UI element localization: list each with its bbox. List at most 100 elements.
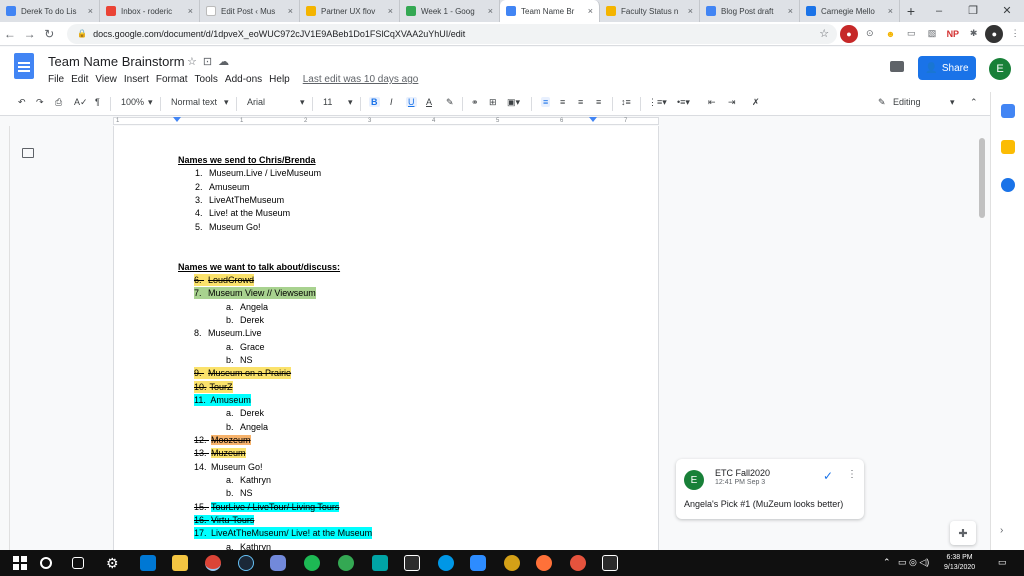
clock[interactable]: 6:38 PM 9/13/2020: [944, 553, 975, 573]
decrease-indent-icon[interactable]: ⇤: [708, 97, 716, 108]
np-extension-icon[interactable]: NP: [944, 25, 962, 43]
restore-icon[interactable]: ❐: [956, 0, 990, 22]
app-icon[interactable]: [570, 555, 586, 571]
browser-tab[interactable]: Carnegie Mello ×: [800, 0, 900, 22]
right-indent-marker[interactable]: [589, 117, 597, 122]
spellcheck-icon[interactable]: A✓: [74, 97, 88, 108]
tray-chevron-icon[interactable]: ⌃: [883, 557, 891, 568]
close-tab-icon[interactable]: ×: [388, 6, 393, 16]
undo-icon[interactable]: ↶: [18, 97, 26, 108]
menu-edit[interactable]: Edit: [71, 74, 88, 85]
insert-image-icon[interactable]: ▣▾: [507, 97, 520, 108]
menu-file[interactable]: File: [48, 74, 64, 85]
resolve-check-icon[interactable]: ✓: [823, 469, 833, 483]
close-tab-icon[interactable]: ×: [888, 6, 893, 16]
close-tab-icon[interactable]: ×: [488, 6, 493, 16]
menu-insert[interactable]: Insert: [124, 74, 149, 85]
chrome-icon[interactable]: [205, 555, 221, 571]
font-select[interactable]: Arial: [247, 97, 265, 107]
increase-indent-icon[interactable]: ⇥: [728, 97, 736, 108]
bookmark-star-icon[interactable]: ☆: [819, 27, 829, 40]
browser-tab[interactable]: Faculty Status n ×: [600, 0, 700, 22]
left-indent-marker[interactable]: [173, 117, 181, 122]
close-tab-icon[interactable]: ×: [188, 6, 193, 16]
italic-button[interactable]: I: [390, 97, 393, 107]
insert-comment-icon[interactable]: ⊞: [489, 97, 497, 108]
style-select[interactable]: Normal text: [171, 97, 217, 107]
discord-icon[interactable]: [270, 555, 286, 571]
menu-help[interactable]: Help: [269, 74, 290, 85]
minimize-icon[interactable]: –: [922, 0, 956, 22]
browser-tab[interactable]: Edit Post ‹ Mus ×: [200, 0, 300, 22]
star-icon[interactable]: ☆: [187, 56, 203, 68]
store-icon[interactable]: [140, 555, 156, 571]
editing-mode-select[interactable]: Editing: [893, 97, 921, 107]
line-spacing-icon[interactable]: ↕≡: [621, 97, 631, 107]
close-tab-icon[interactable]: ×: [788, 6, 793, 16]
avatar[interactable]: E: [989, 58, 1011, 80]
extension-icon[interactable]: ☻: [882, 25, 900, 43]
zoom-select[interactable]: 100%: [121, 97, 144, 107]
browser-tab[interactable]: Blog Post draft ×: [700, 0, 800, 22]
menu-view[interactable]: View: [95, 74, 117, 85]
forward-icon[interactable]: →: [20, 27, 40, 41]
comment-history-icon[interactable]: [890, 61, 904, 72]
close-tab-icon[interactable]: ×: [88, 6, 93, 16]
share-button[interactable]: 👤 Share: [918, 56, 976, 80]
settings-gear-icon[interactable]: ⚙: [106, 555, 122, 571]
paint-format-icon[interactable]: ¶: [95, 97, 100, 107]
highlight-icon[interactable]: ✎: [446, 97, 454, 108]
profile-icon[interactable]: ●: [985, 24, 1004, 43]
tray-icons[interactable]: ▭ ◎ ◁): [898, 557, 929, 568]
spotify-icon[interactable]: [304, 555, 320, 571]
document-title[interactable]: Team Name Brainstorm: [48, 54, 185, 69]
app-icon[interactable]: [504, 555, 520, 571]
bulleted-list-icon[interactable]: •≡▾: [677, 97, 690, 108]
align-left-icon[interactable]: ≡: [541, 97, 551, 107]
extension-icon[interactable]: ▧: [923, 25, 941, 43]
search-icon[interactable]: [40, 557, 52, 569]
font-size-select[interactable]: 11: [323, 97, 332, 107]
menu-addons[interactable]: Add-ons: [225, 74, 262, 85]
app-icon[interactable]: [438, 555, 454, 571]
document-scrollbar[interactable]: [978, 126, 986, 550]
extension-icon[interactable]: ⊙: [861, 25, 879, 43]
menu-format[interactable]: Format: [156, 74, 188, 85]
task-view-icon[interactable]: [72, 557, 84, 569]
clear-formatting-icon[interactable]: ✗: [752, 97, 760, 108]
menu-tools[interactable]: Tools: [195, 74, 218, 85]
document-outline-icon[interactable]: [22, 148, 34, 158]
link-icon[interactable]: ⚭: [471, 97, 479, 108]
text-color-button[interactable]: A: [426, 97, 432, 107]
epic-games-icon[interactable]: [602, 555, 618, 571]
zoom-icon[interactable]: [470, 555, 486, 571]
browser-tab-active[interactable]: Team Name Br ×: [500, 0, 600, 22]
close-tab-icon[interactable]: ×: [688, 6, 693, 16]
underline-button[interactable]: U: [406, 97, 417, 107]
browser-tab[interactable]: Partner UX flov ×: [300, 0, 400, 22]
browser-tab[interactable]: Week 1 - Goog ×: [400, 0, 500, 22]
align-right-icon[interactable]: ≡: [578, 97, 583, 107]
extension-icon[interactable]: ●: [840, 24, 858, 43]
numbered-list-icon[interactable]: ⋮≡▾: [648, 97, 667, 108]
redo-icon[interactable]: ↷: [36, 97, 44, 108]
last-edit-link[interactable]: Last edit was 10 days ago: [303, 74, 419, 85]
notifications-icon[interactable]: ▭: [998, 557, 1007, 568]
url-input[interactable]: 🔒 docs.google.com/document/d/1dpveX_eoWU…: [67, 23, 838, 44]
browser-tab[interactable]: Derek To do Lis ×: [0, 0, 100, 22]
calendar-icon[interactable]: [1001, 104, 1015, 118]
reload-icon[interactable]: ↻: [39, 27, 59, 41]
close-window-icon[interactable]: ✕: [990, 0, 1024, 22]
bold-button[interactable]: B: [369, 97, 380, 107]
align-justify-icon[interactable]: ≡: [596, 97, 601, 107]
puzzle-icon[interactable]: ✱: [965, 25, 983, 43]
back-icon[interactable]: ←: [0, 27, 20, 41]
cloud-saved-icon[interactable]: ☁: [218, 56, 235, 68]
steam-icon[interactable]: [238, 555, 254, 571]
extension-icon[interactable]: ▭: [902, 25, 920, 43]
firefox-icon[interactable]: [536, 555, 552, 571]
browser-tab[interactable]: Inbox - roderic ×: [100, 0, 200, 22]
app-icon[interactable]: [338, 555, 354, 571]
app-icon[interactable]: [372, 555, 388, 571]
chevron-right-icon[interactable]: ›: [1000, 525, 1003, 536]
